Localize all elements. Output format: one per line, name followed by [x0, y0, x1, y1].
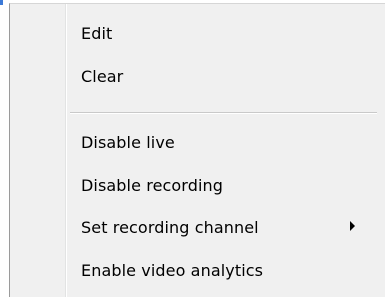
menu-item-label: Disable recording [81, 175, 223, 195]
menu-item-edit[interactable]: Edit [12, 17, 383, 49]
chevron-right-icon [350, 221, 355, 231]
menu-item-label: Edit [81, 23, 113, 43]
window-accent-edge [0, 0, 3, 5]
menu-item-clear[interactable]: Clear [12, 60, 383, 92]
menu-item-label: Set recording channel [81, 217, 259, 237]
menu-item-set-recording-channel[interactable]: Set recording channel [12, 211, 383, 243]
menu-item-label: Enable video analytics [81, 260, 264, 280]
menu-separator [70, 112, 377, 113]
menu-item-disable-live[interactable]: Disable live [12, 126, 383, 158]
menu-item-enable-video-analytics[interactable]: Enable video analytics [12, 254, 383, 286]
menu-item-disable-recording[interactable]: Disable recording [12, 169, 383, 201]
context-menu: Edit Clear Disable live Disable recordin… [9, 3, 385, 297]
menu-item-label: Clear [81, 66, 124, 86]
menu-item-label: Disable live [81, 132, 175, 152]
